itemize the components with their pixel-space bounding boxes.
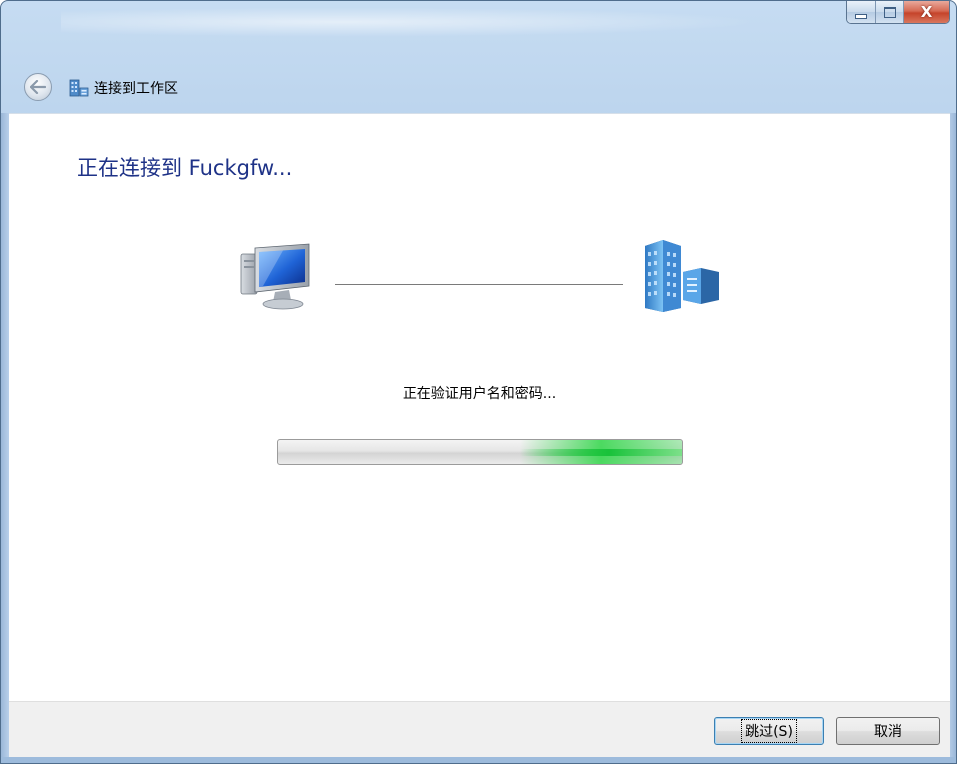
workplace-network-icon	[69, 79, 89, 97]
wizard-content: 正在连接到 Fuckgfw... 正在验证用户名和密码...	[9, 113, 950, 702]
window-title: 连接到工作区	[94, 81, 178, 97]
main-instruction: 正在连接到 Fuckgfw...	[77, 156, 293, 180]
workplace-server-icon	[645, 240, 719, 312]
minimize-icon	[855, 13, 867, 19]
close-button[interactable]: X	[903, 1, 949, 23]
caption-buttons: X	[846, 1, 950, 24]
back-button[interactable]	[24, 73, 52, 101]
command-area: 跳过(S) 取消	[9, 701, 950, 758]
minimize-button[interactable]	[847, 1, 875, 23]
close-icon: X	[920, 2, 933, 21]
maximize-button[interactable]	[875, 1, 903, 23]
status-text: 正在验证用户名和密码...	[402, 386, 557, 402]
progress-marquee	[520, 440, 682, 464]
cancel-button[interactable]: 取消	[836, 717, 940, 745]
skip-button-label: 跳过(S)	[741, 719, 797, 743]
back-arrow-icon	[30, 80, 46, 94]
maximize-icon	[883, 6, 896, 18]
computer-icon	[240, 243, 310, 310]
skip-button[interactable]: 跳过(S)	[714, 717, 824, 745]
title-bar: X 连接到工作区	[1, 1, 956, 113]
window-frame-bottom	[1, 757, 956, 763]
connect-to-workplace-window: X 连接到工作区 正在连接到 Fuckgfw... 正在验证用户名和密码... …	[0, 0, 957, 764]
connection-line	[335, 284, 623, 285]
progress-bar	[277, 439, 683, 465]
window-frame-left	[1, 113, 9, 757]
